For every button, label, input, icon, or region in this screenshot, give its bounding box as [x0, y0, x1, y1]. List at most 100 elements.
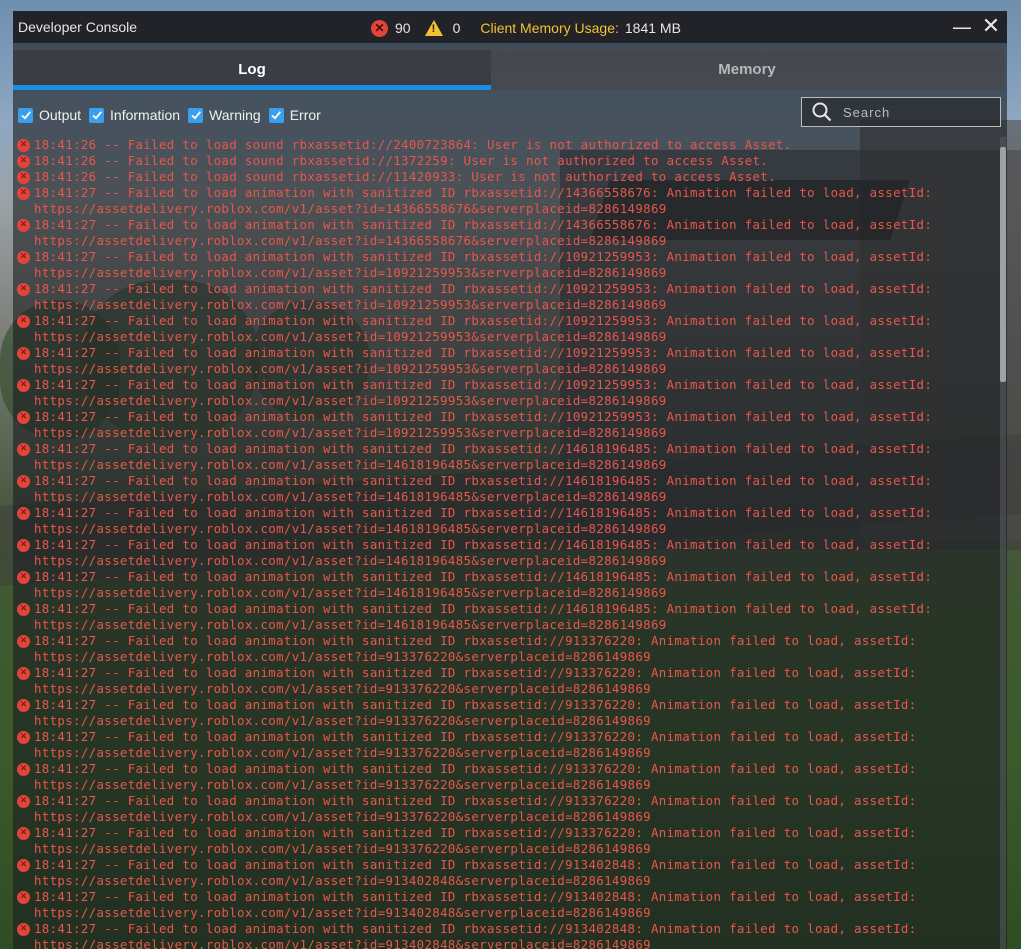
memory-usage-label: Client Memory Usage:: [480, 20, 619, 36]
log-message: 18:41:27 -- Failed to load animation wit…: [34, 569, 933, 600]
log-entry: ✕ 18:41:27 -- Failed to load animation wi…: [17, 921, 983, 949]
tab-memory-label: Memory: [718, 61, 776, 78]
log-entry: ✕ 18:41:27 -- Failed to load animation wi…: [17, 665, 983, 697]
error-icon: ✕: [17, 347, 30, 360]
search-input[interactable]: [841, 103, 995, 121]
log-message: 18:41:27 -- Failed to load animation wit…: [34, 857, 917, 888]
log-message: 18:41:27 -- Failed to load animation wit…: [34, 345, 933, 376]
log-message: 18:41:27 -- Failed to load animation wit…: [34, 921, 917, 949]
warning-count: 0: [452, 20, 461, 36]
log-message: 18:41:27 -- Failed to load animation wit…: [34, 825, 917, 856]
log-entry: ✕ 18:41:27 -- Failed to load animation wi…: [17, 473, 983, 505]
error-icon: ✕: [17, 411, 30, 424]
log-output[interactable]: ✕ 18:41:26 -- Failed to load sound rbxass…: [17, 137, 983, 949]
log-message: 18:41:27 -- Failed to load animation wit…: [34, 377, 933, 408]
error-icon: ✕: [17, 507, 30, 520]
error-icon: ✕: [17, 763, 30, 776]
log-filters: Output Information Warning Error: [18, 105, 329, 125]
log-entry: ✕ 18:41:27 -- Failed to load animation wi…: [17, 889, 983, 921]
log-entry: ✕ 18:41:27 -- Failed to load animation wi…: [17, 761, 983, 793]
log-entry: ✕ 18:41:27 -- Failed to load animation wi…: [17, 857, 983, 889]
warning-count-icon: !: [424, 20, 443, 36]
close-button[interactable]: ✕: [979, 15, 1003, 39]
log-message: 18:41:27 -- Failed to load animation wit…: [34, 281, 933, 312]
checkbox-checked-icon[interactable]: [188, 107, 204, 123]
error-icon: ✕: [17, 219, 30, 232]
log-entry: ✕ 18:41:27 -- Failed to load animation wi…: [17, 697, 983, 729]
checkbox-checked-icon[interactable]: [268, 107, 284, 123]
error-icon: ✕: [17, 379, 30, 392]
error-icon: ✕: [17, 571, 30, 584]
search-icon: [812, 102, 832, 122]
log-message: 18:41:27 -- Failed to load animation wit…: [34, 761, 917, 792]
log-entry: ✕ 18:41:27 -- Failed to load animation wi…: [17, 441, 983, 473]
filter-error[interactable]: Error: [268, 107, 321, 123]
log-entry: ✕ 18:41:26 -- Failed to load sound rbxass…: [17, 137, 983, 153]
title-bar[interactable]: Developer Console ✕ 90 ! 0 Client Memory…: [13, 11, 1007, 43]
filter-output[interactable]: Output: [18, 107, 81, 123]
log-entry: ✕ 18:41:27 -- Failed to load animation wi…: [17, 281, 983, 313]
error-icon: ✕: [17, 251, 30, 264]
log-message: 18:41:27 -- Failed to load animation wit…: [34, 729, 917, 760]
error-count: 90: [395, 20, 411, 36]
error-count-icon: ✕: [371, 19, 388, 37]
log-entry: ✕ 18:41:27 -- Failed to load animation wi…: [17, 729, 983, 761]
log-entry: ✕ 18:41:27 -- Failed to load animation wi…: [17, 217, 983, 249]
filter-warning[interactable]: Warning: [188, 107, 261, 123]
active-tab-indicator: [13, 85, 491, 90]
error-icon: ✕: [17, 731, 30, 744]
log-scrollbar[interactable]: [1000, 137, 1006, 949]
log-message: 18:41:27 -- Failed to load animation wit…: [34, 313, 933, 344]
filter-error-label: Error: [289, 107, 321, 123]
scrollbar-thumb[interactable]: [1000, 147, 1006, 382]
error-icon: ✕: [17, 923, 30, 936]
search-box[interactable]: [801, 97, 1001, 127]
log-entry: ✕ 18:41:27 -- Failed to load animation wi…: [17, 505, 983, 537]
log-message: 18:41:26 -- Failed to load sound rbxasse…: [34, 153, 769, 168]
log-message: 18:41:27 -- Failed to load animation wit…: [34, 793, 917, 824]
log-entry: ✕ 18:41:27 -- Failed to load animation wi…: [17, 633, 983, 665]
log-message: 18:41:27 -- Failed to load animation wit…: [34, 697, 917, 728]
tab-bar: Log Memory: [13, 50, 1004, 90]
filter-output-label: Output: [39, 107, 82, 123]
error-icon: ✕: [17, 443, 30, 456]
filter-warning-label: Warning: [209, 107, 261, 123]
log-message: 18:41:27 -- Failed to load animation wit…: [34, 665, 917, 696]
log-message: 18:41:27 -- Failed to load animation wit…: [34, 441, 933, 472]
filter-information-label: Information: [110, 107, 181, 123]
tab-log[interactable]: Log: [13, 50, 491, 90]
tab-log-label: Log: [238, 61, 266, 78]
error-icon: ✕: [17, 539, 30, 552]
log-message: 18:41:27 -- Failed to load animation wit…: [34, 633, 917, 664]
error-icon: ✕: [17, 891, 30, 904]
log-entry: ✕ 18:41:27 -- Failed to load animation wi…: [17, 601, 983, 633]
log-entry: ✕ 18:41:27 -- Failed to load animation wi…: [17, 185, 983, 217]
log-entry: ✕ 18:41:26 -- Failed to load sound rbxass…: [17, 169, 983, 185]
checkbox-checked-icon[interactable]: [18, 107, 33, 123]
developer-console: Developer Console ✕ 90 ! 0 Client Memory…: [13, 11, 1007, 949]
window-title: Developer Console: [18, 19, 138, 35]
log-entry: ✕ 18:41:26 -- Failed to load sound rbxass…: [17, 153, 983, 169]
log-message: 18:41:27 -- Failed to load animation wit…: [34, 505, 933, 536]
log-entry: ✕ 18:41:27 -- Failed to load animation wi…: [17, 377, 983, 409]
filter-information[interactable]: Information: [89, 107, 180, 123]
log-message: 18:41:27 -- Failed to load animation wit…: [34, 409, 933, 440]
log-message: 18:41:27 -- Failed to load animation wit…: [34, 217, 933, 248]
tab-memory[interactable]: Memory: [508, 50, 986, 90]
error-icon: ✕: [17, 315, 30, 328]
checkbox-checked-icon[interactable]: [89, 107, 105, 123]
error-icon: ✕: [17, 827, 30, 840]
error-icon: ✕: [17, 699, 30, 712]
error-icon: ✕: [17, 187, 30, 200]
log-message: 18:41:26 -- Failed to load sound rbxasse…: [34, 169, 776, 184]
log-entry: ✕ 18:41:27 -- Failed to load animation wi…: [17, 345, 983, 377]
log-entry: ✕ 18:41:27 -- Failed to load animation wi…: [17, 409, 983, 441]
log-entry: ✕ 18:41:27 -- Failed to load animation wi…: [17, 249, 983, 281]
error-icon: ✕: [17, 475, 30, 488]
error-icon: ✕: [17, 139, 30, 152]
error-icon: ✕: [17, 155, 30, 168]
error-icon: ✕: [17, 667, 30, 680]
log-message: 18:41:27 -- Failed to load animation wit…: [34, 249, 933, 280]
minimize-button[interactable]: —: [950, 15, 974, 39]
log-message: 18:41:27 -- Failed to load animation wit…: [34, 473, 933, 504]
